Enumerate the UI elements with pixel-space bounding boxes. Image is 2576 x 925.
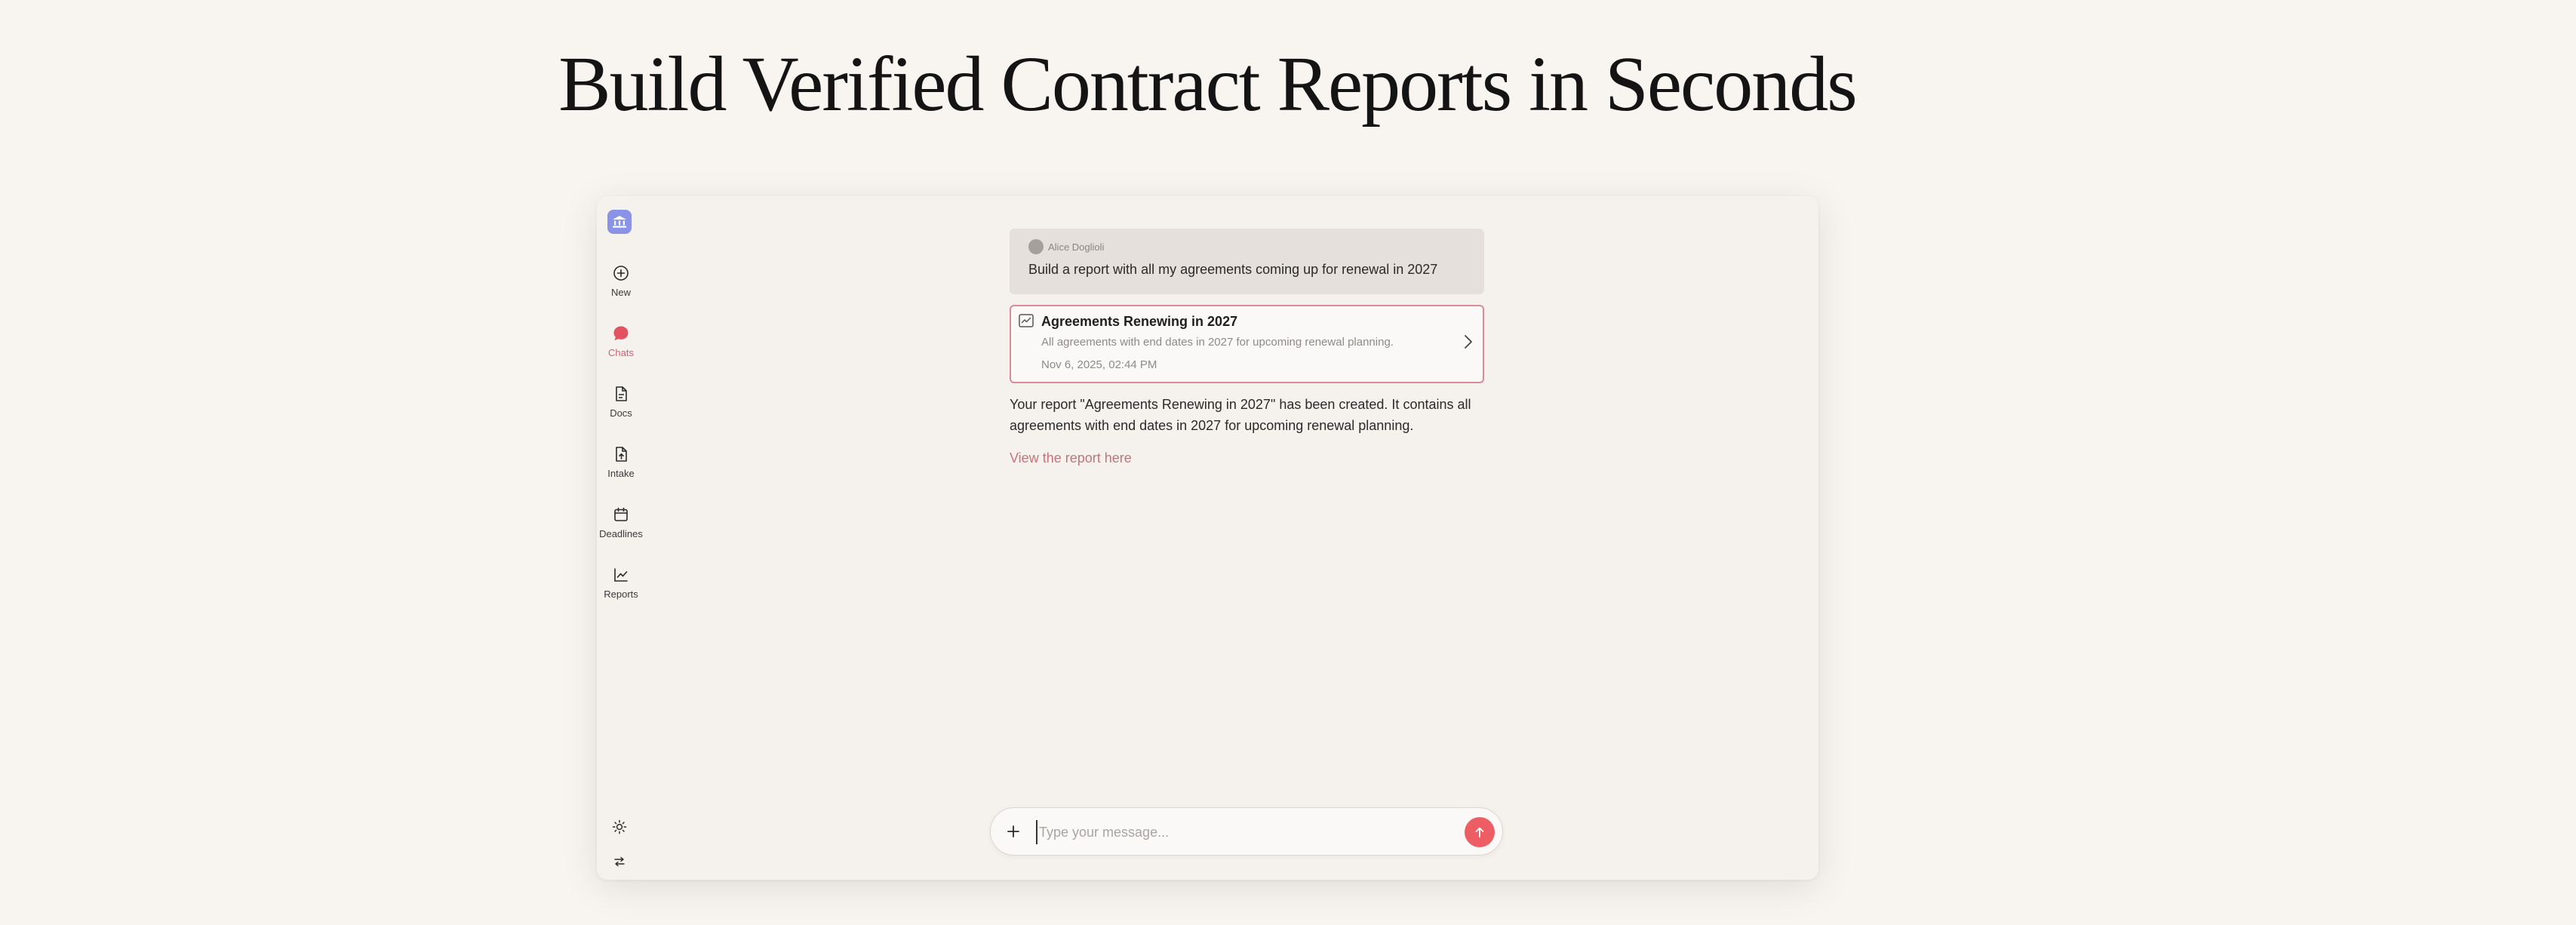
send-button[interactable] bbox=[1465, 817, 1495, 847]
arrow-up-icon bbox=[1475, 827, 1484, 837]
avatar bbox=[1028, 239, 1044, 254]
sidebar-item-deadlines[interactable]: Deadlines bbox=[597, 506, 650, 551]
swap-button[interactable] bbox=[610, 853, 629, 871]
line-chart-icon bbox=[612, 566, 630, 584]
user-message-bubble: Alice Doglioli Build a report with all m… bbox=[1010, 229, 1484, 294]
view-report-link[interactable]: View the report here bbox=[1010, 450, 1132, 466]
chevron-right-icon bbox=[1463, 333, 1474, 354]
sidebar-item-reports[interactable]: Reports bbox=[597, 566, 650, 611]
sidebar-item-label: Intake bbox=[607, 468, 635, 479]
report-chart-icon bbox=[1019, 314, 1034, 331]
app-window: New Chats Docs Intake Deadlines Reports … bbox=[597, 196, 1818, 880]
sidebar-item-label: Deadlines bbox=[599, 528, 643, 539]
sun-icon bbox=[612, 819, 627, 834]
user-name: Alice Doglioli bbox=[1048, 241, 1105, 253]
sidebar-item-label: New bbox=[610, 287, 631, 298]
assistant-message: Your report "Agreements Renewing in 2027… bbox=[1010, 397, 1471, 433]
app-logo[interactable] bbox=[607, 210, 632, 234]
report-card[interactable]: Agreements Renewing in 2027 All agreemen… bbox=[1010, 305, 1484, 383]
swap-arrows-icon bbox=[614, 856, 625, 867]
report-card-date: Nov 6, 2025, 02:44 PM bbox=[1041, 358, 1157, 371]
sidebar-item-new[interactable]: New bbox=[597, 264, 650, 309]
theme-toggle[interactable] bbox=[610, 818, 629, 836]
report-card-title: Agreements Renewing in 2027 bbox=[1041, 314, 1238, 329]
user-message-text: Build a report with all my agreements co… bbox=[1028, 262, 1438, 277]
report-card-description: All agreements with end dates in 2027 fo… bbox=[1041, 336, 1394, 349]
file-upload-icon bbox=[612, 445, 630, 463]
chat-bubble-icon bbox=[612, 324, 630, 343]
message-composer bbox=[990, 807, 1503, 856]
sidebar-item-label: Docs bbox=[610, 407, 632, 419]
sidebar-item-label: Reports bbox=[604, 588, 638, 600]
calendar-icon bbox=[612, 506, 630, 524]
sidebar-item-chats[interactable]: Chats bbox=[597, 324, 650, 370]
bank-icon bbox=[613, 216, 626, 228]
document-icon bbox=[612, 385, 630, 403]
sidebar: New Chats Docs Intake Deadlines Reports bbox=[597, 196, 645, 880]
plus-circle-icon bbox=[612, 264, 630, 282]
hero-title: Build Verified Contract Reports in Secon… bbox=[558, 41, 1857, 128]
sidebar-item-docs[interactable]: Docs bbox=[597, 385, 650, 430]
sidebar-item-intake[interactable]: Intake bbox=[597, 445, 650, 490]
message-input[interactable] bbox=[1036, 820, 1448, 844]
attach-plus-icon[interactable] bbox=[1004, 822, 1022, 840]
sidebar-item-label: Chats bbox=[608, 347, 634, 358]
